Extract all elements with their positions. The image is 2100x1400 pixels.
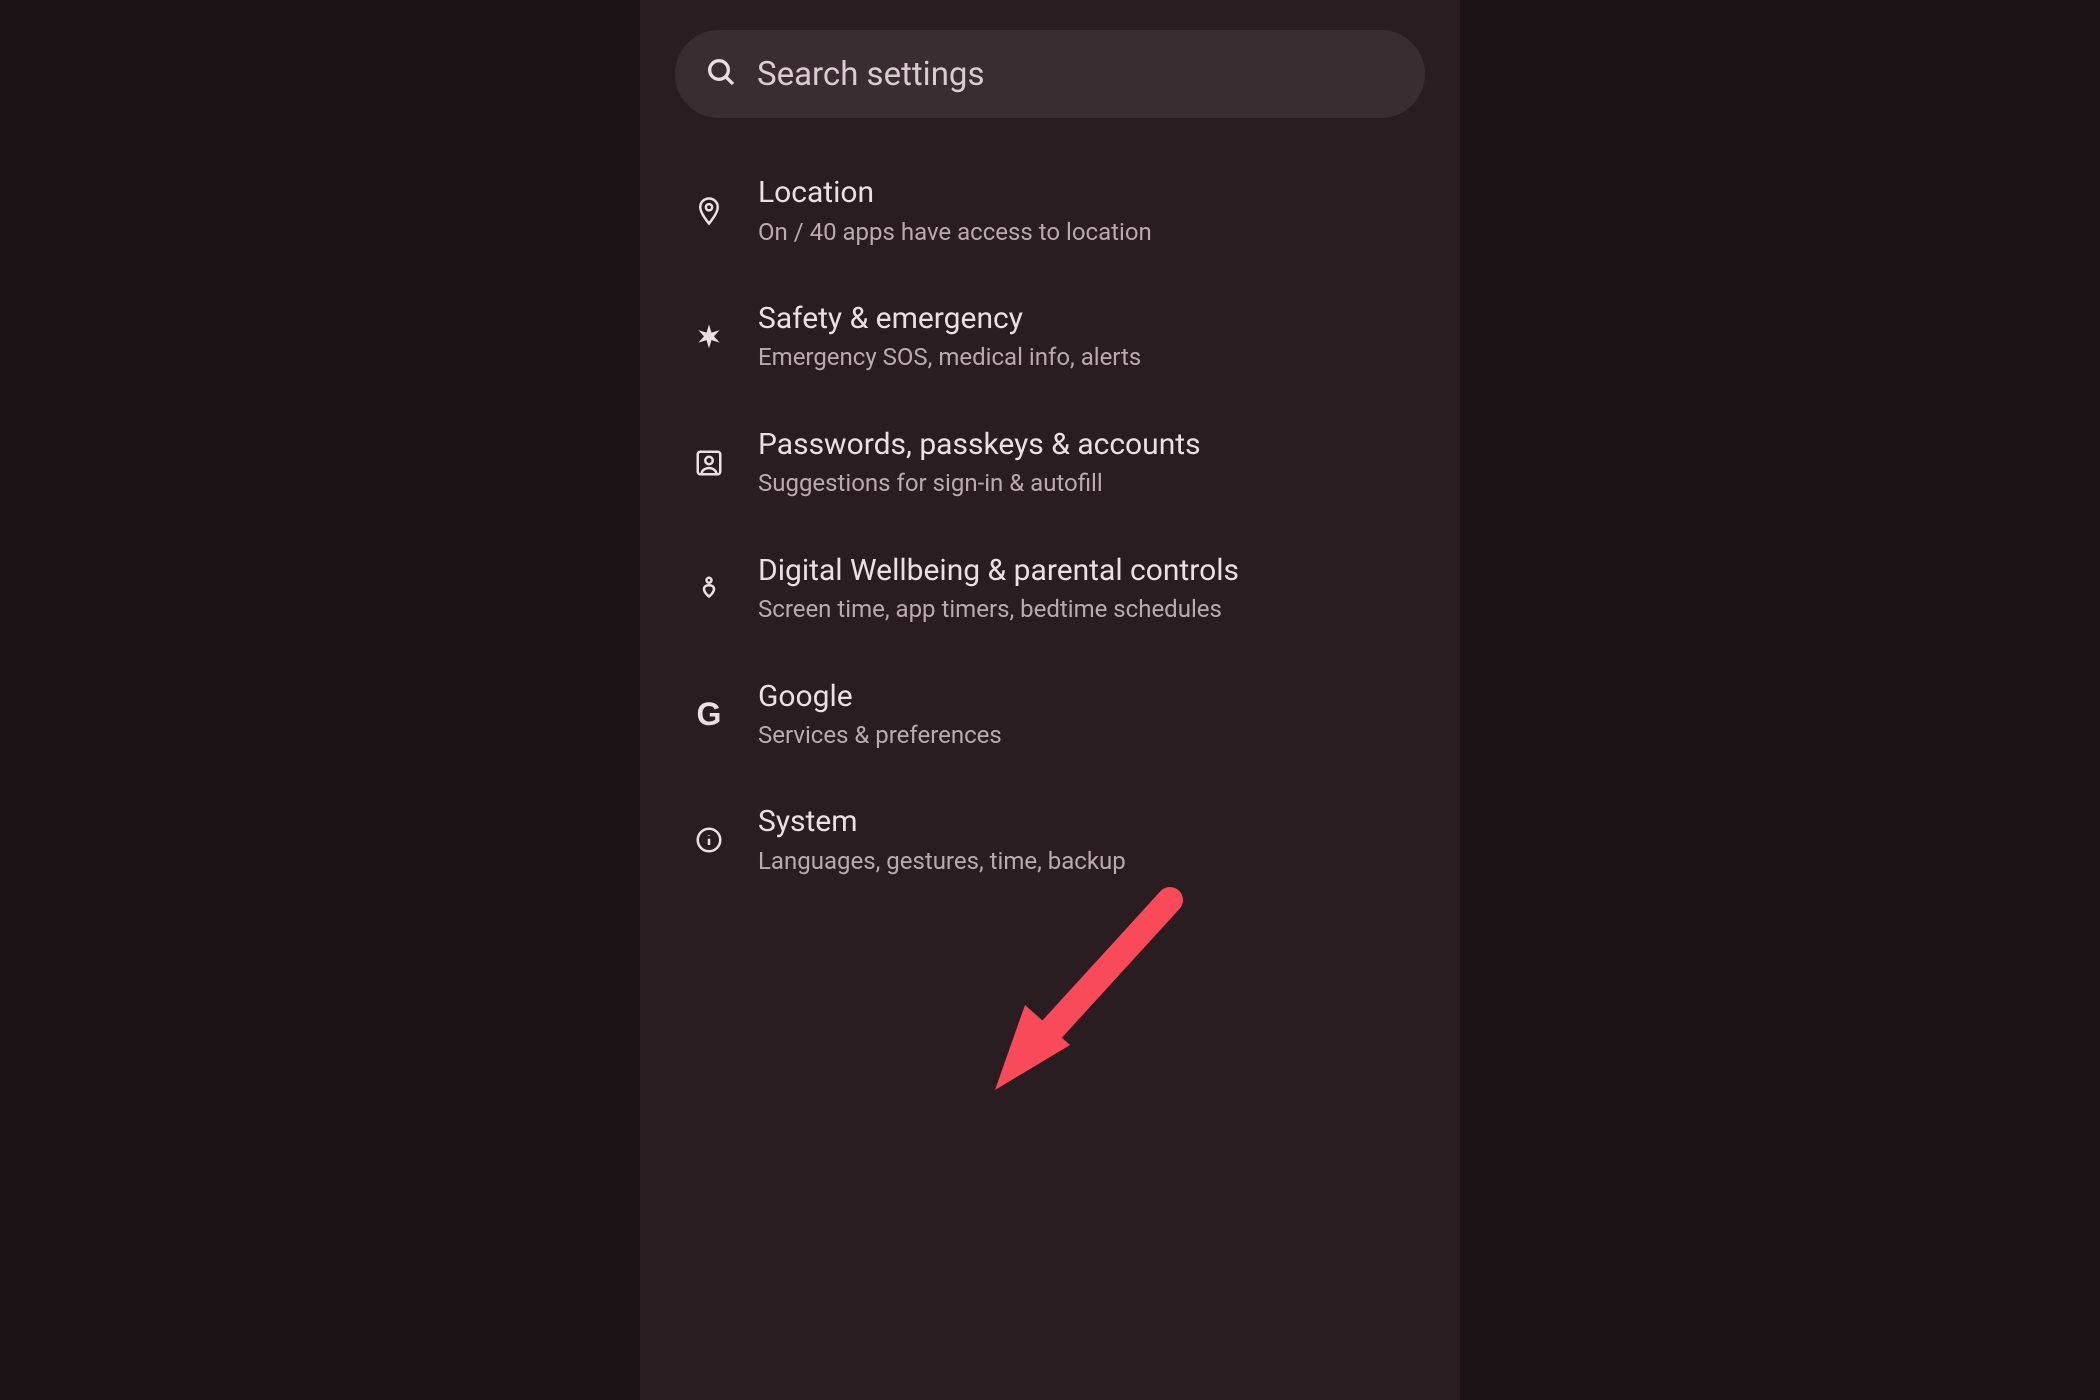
- settings-item-title: System: [758, 803, 1410, 841]
- settings-item-subtitle: Suggestions for sign-in & autofill: [758, 467, 1410, 499]
- info-icon: [690, 821, 728, 859]
- settings-item-text: Passwords, passkeys & accounts Suggestio…: [758, 426, 1410, 500]
- settings-item-subtitle: Emergency SOS, medical info, alerts: [758, 341, 1410, 373]
- settings-item-title: Digital Wellbeing & parental controls: [758, 552, 1410, 590]
- settings-item-safety[interactable]: Safety & emergency Emergency SOS, medica…: [675, 274, 1425, 400]
- location-icon: [690, 192, 728, 230]
- asterisk-icon: [690, 318, 728, 356]
- settings-item-subtitle: On / 40 apps have access to location: [758, 216, 1410, 248]
- settings-item-wellbeing[interactable]: Digital Wellbeing & parental controls Sc…: [675, 526, 1425, 652]
- settings-item-text: Google Services & preferences: [758, 678, 1410, 752]
- settings-item-google[interactable]: G Google Services & preferences: [675, 652, 1425, 778]
- settings-item-subtitle: Languages, gestures, time, backup: [758, 845, 1410, 877]
- settings-item-title: Google: [758, 678, 1410, 716]
- search-icon: [705, 56, 737, 92]
- settings-item-title: Location: [758, 174, 1410, 212]
- wellbeing-icon: [690, 570, 728, 608]
- settings-item-text: Location On / 40 apps have access to loc…: [758, 174, 1410, 248]
- settings-item-subtitle: Services & preferences: [758, 719, 1410, 751]
- settings-item-text: System Languages, gestures, time, backup: [758, 803, 1410, 877]
- settings-item-passwords[interactable]: Passwords, passkeys & accounts Suggestio…: [675, 400, 1425, 526]
- settings-list: Location On / 40 apps have access to loc…: [640, 148, 1460, 903]
- account-icon: [690, 444, 728, 482]
- settings-item-text: Safety & emergency Emergency SOS, medica…: [758, 300, 1410, 374]
- google-icon: G: [690, 696, 728, 734]
- annotation-arrow: [955, 870, 1215, 1134]
- search-placeholder: Search settings: [757, 55, 985, 94]
- settings-item-system[interactable]: System Languages, gestures, time, backup: [675, 777, 1425, 903]
- search-bar[interactable]: Search settings: [675, 30, 1425, 118]
- settings-item-title: Safety & emergency: [758, 300, 1410, 338]
- settings-item-title: Passwords, passkeys & accounts: [758, 426, 1410, 464]
- settings-screen: Search settings Location On / 40 apps ha…: [640, 0, 1460, 1400]
- settings-item-text: Digital Wellbeing & parental controls Sc…: [758, 552, 1410, 626]
- settings-item-subtitle: Screen time, app timers, bedtime schedul…: [758, 593, 1410, 625]
- settings-item-location[interactable]: Location On / 40 apps have access to loc…: [675, 148, 1425, 274]
